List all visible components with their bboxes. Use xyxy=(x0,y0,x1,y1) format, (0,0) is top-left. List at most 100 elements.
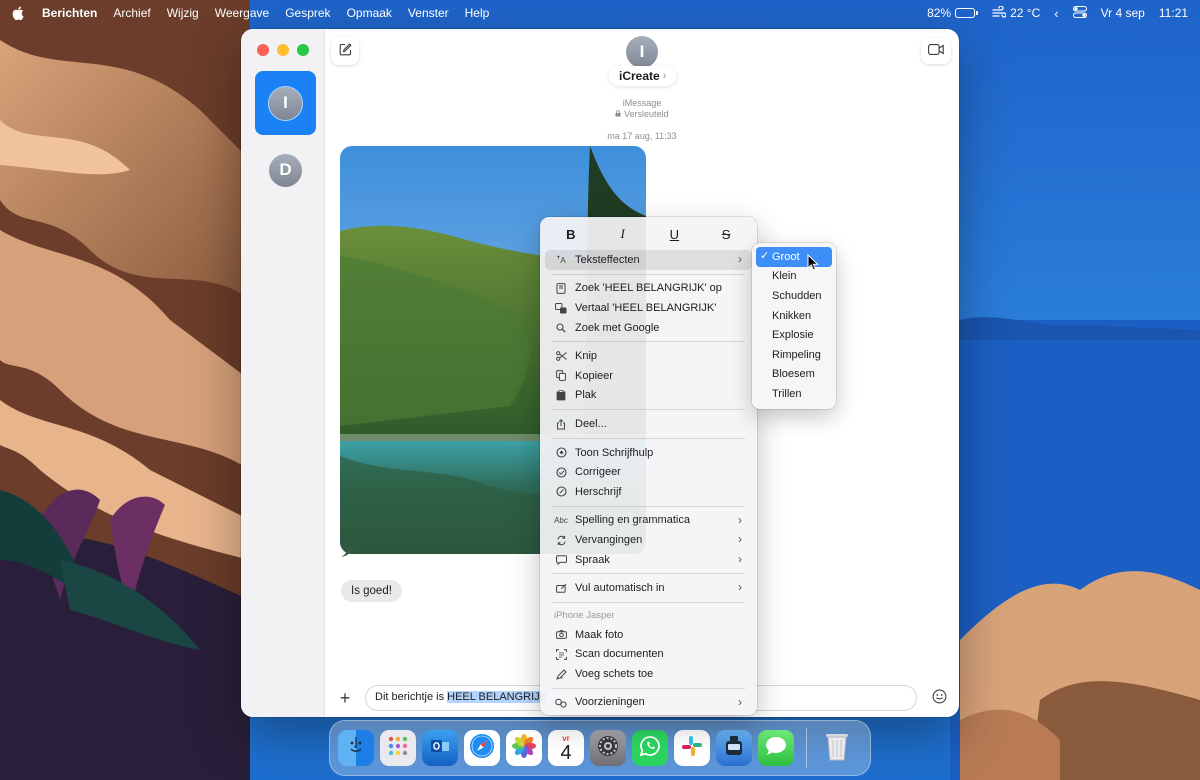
menu-item-schrijfhulp[interactable]: Toon Schrijfhulp xyxy=(545,443,752,463)
proofread-icon xyxy=(554,465,568,479)
submenu-item-explosie[interactable]: Explosie xyxy=(756,325,832,345)
dock-calendar[interactable]: vr 4 xyxy=(548,730,584,766)
weather-temp: 22 °C xyxy=(1010,6,1041,20)
photos-icon xyxy=(510,732,538,765)
dock-finder[interactable] xyxy=(338,730,374,766)
menu-help[interactable]: Help xyxy=(465,6,490,20)
battery-status[interactable]: 82% xyxy=(927,6,979,20)
menu-archief[interactable]: Archief xyxy=(113,6,150,20)
menu-gesprek[interactable]: Gesprek xyxy=(285,6,330,20)
dock-ink-app[interactable] xyxy=(716,730,752,766)
menu-item-scan[interactable]: Scan documenten xyxy=(545,645,752,665)
menu-item-zoek-op[interactable]: Zoek 'HEEL BELANGRIJK' op xyxy=(545,279,752,299)
menu-item-label: Toon Schrijfhulp xyxy=(575,446,654,459)
dock-outlook[interactable] xyxy=(422,730,458,766)
dock-launchpad[interactable] xyxy=(380,730,416,766)
paste-icon xyxy=(554,389,568,403)
submenu-item-knikken[interactable]: Knikken xyxy=(756,306,832,326)
incoming-message[interactable]: Is goed! xyxy=(341,580,402,602)
menubar-date[interactable]: Vr 4 sep xyxy=(1101,6,1145,20)
dock-system-settings[interactable] xyxy=(590,730,626,766)
italic-button[interactable]: I xyxy=(608,226,638,242)
text-effects-submenu: ✓ Groot Klein Schudden Knikken Explosie … xyxy=(752,243,836,409)
chevron-right-icon: › xyxy=(738,532,742,547)
device-section-header: iPhone Jasper xyxy=(554,610,615,622)
conversation-item-d[interactable]: D xyxy=(255,138,316,202)
apple-icon[interactable] xyxy=(12,6,26,20)
menu-item-label: Spraak xyxy=(575,553,610,566)
launchpad-icon xyxy=(386,734,410,763)
submenu-item-bloesem[interactable]: Bloesem xyxy=(756,365,832,385)
menu-separator xyxy=(552,341,745,343)
dock-trash[interactable] xyxy=(819,730,855,766)
menu-item-vertaal[interactable]: Vertaal 'HEEL BELANGRIJK' xyxy=(545,298,752,318)
menu-item-knip[interactable]: Knip xyxy=(545,346,752,366)
video-call-button[interactable] xyxy=(921,38,951,64)
menu-wijzig[interactable]: Wijzig xyxy=(167,6,199,20)
menu-bar: Berichten Archief Wijzig Weergave Gespre… xyxy=(0,0,1200,26)
dock-safari[interactable] xyxy=(464,730,500,766)
submenu-item-label: Klein xyxy=(772,270,797,283)
menu-separator xyxy=(552,273,745,275)
dock-whatsapp[interactable] xyxy=(632,730,668,766)
menu-item-zoek-google[interactable]: Zoek met Google xyxy=(545,318,752,338)
menu-opmaak[interactable]: Opmaak xyxy=(347,6,392,20)
format-toolbar: B I U S xyxy=(545,222,752,246)
menu-app-name[interactable]: Berichten xyxy=(42,6,97,20)
dock-photos[interactable] xyxy=(506,730,542,766)
submenu-item-schudden[interactable]: Schudden xyxy=(756,286,832,306)
zoom-window-button[interactable] xyxy=(297,44,309,56)
underline-button[interactable]: U xyxy=(659,227,689,242)
scissors-icon xyxy=(554,349,568,363)
camera-icon xyxy=(554,628,568,642)
menu-weergave[interactable]: Weergave xyxy=(215,6,269,20)
dock-messages[interactable] xyxy=(758,730,794,766)
chevron-left-icon[interactable]: ‹ xyxy=(1054,6,1058,21)
dock: vr 4 xyxy=(329,720,871,776)
submenu-item-label: Explosie xyxy=(772,329,814,342)
submenu-item-groot[interactable]: ✓ Groot xyxy=(756,247,832,267)
menu-item-schets[interactable]: Voeg schets toe xyxy=(545,664,752,684)
strikethrough-button[interactable]: S xyxy=(711,227,741,242)
minimize-window-button[interactable] xyxy=(277,44,289,56)
emoji-button[interactable] xyxy=(929,688,949,708)
menu-item-label: Vul automatisch in xyxy=(575,582,665,595)
contact-avatar[interactable]: I xyxy=(626,36,658,68)
contact-name-button[interactable]: iCreate › xyxy=(609,66,677,86)
menu-item-voorzieningen[interactable]: Voorzieningen › xyxy=(545,693,752,713)
menu-item-corrigeer[interactable]: Corrigeer xyxy=(545,462,752,482)
chevron-right-icon: › xyxy=(738,694,742,709)
scan-icon xyxy=(554,648,568,662)
video-camera-icon xyxy=(928,44,944,58)
submenu-item-rimpeling[interactable]: Rimpeling xyxy=(756,345,832,365)
menubar-time[interactable]: 11:21 xyxy=(1159,6,1188,20)
menu-item-herschrijf[interactable]: Herschrijf xyxy=(545,482,752,502)
conversation-item-icreate[interactable]: I xyxy=(255,71,316,135)
add-attachment-button[interactable]: + xyxy=(335,689,355,709)
control-center-icon[interactable] xyxy=(1072,5,1087,21)
submenu-item-klein[interactable]: Klein xyxy=(756,267,832,287)
dock-slack[interactable] xyxy=(674,730,710,766)
service-label: iMessage xyxy=(622,98,662,108)
whatsapp-icon xyxy=(638,734,662,763)
menu-item-label: Scan documenten xyxy=(575,648,664,661)
submenu-item-trillen[interactable]: Trillen xyxy=(756,384,832,404)
compose-button[interactable] xyxy=(331,37,359,65)
menu-item-vul-in[interactable]: Vul automatisch in › xyxy=(545,578,752,598)
translate-icon xyxy=(554,301,568,315)
weather-status[interactable]: 22 °C xyxy=(992,4,1041,21)
bold-button[interactable]: B xyxy=(556,227,586,242)
menu-item-deel[interactable]: Deel... xyxy=(545,414,752,434)
menu-item-spraak[interactable]: Spraak › xyxy=(545,550,752,570)
menu-item-plak[interactable]: Plak xyxy=(545,386,752,406)
menu-venster[interactable]: Venster xyxy=(408,6,449,20)
trash-icon xyxy=(823,730,851,767)
close-window-button[interactable] xyxy=(257,44,269,56)
menu-item-spelling[interactable]: Abc Spelling en grammatica › xyxy=(545,511,752,531)
encryption-status: Versleuteld xyxy=(325,109,959,119)
menu-item-teksteffecten[interactable]: ꜛA Teksteffecten › xyxy=(545,250,752,270)
menu-item-maak-foto[interactable]: Maak foto xyxy=(545,625,752,645)
menu-item-vervangingen[interactable]: Vervangingen › xyxy=(545,530,752,550)
menu-item-label: Spelling en grammatica xyxy=(575,514,690,527)
menu-item-kopieer[interactable]: Kopieer xyxy=(545,366,752,386)
